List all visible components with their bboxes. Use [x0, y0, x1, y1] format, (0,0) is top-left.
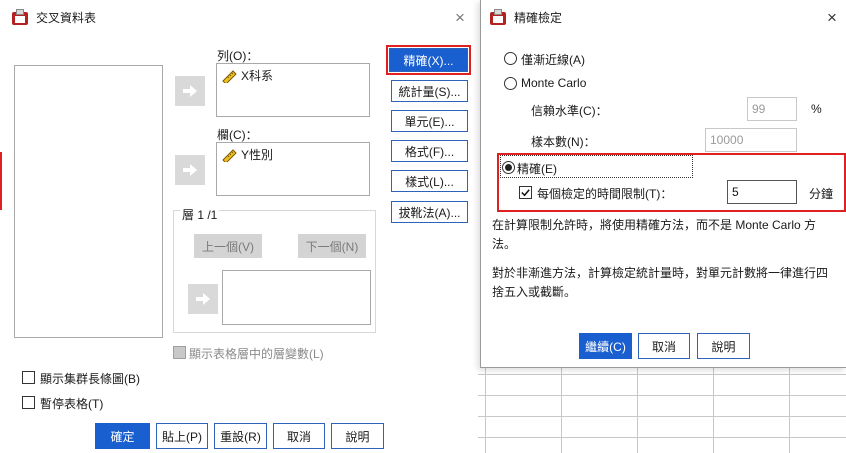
columns-variable: Y性別: [241, 148, 274, 162]
grid-line: [789, 368, 790, 453]
continue-button[interactable]: 繼續(C): [579, 333, 632, 359]
columns-move-button[interactable]: [175, 155, 205, 185]
statistics-button[interactable]: 統計量(S)...: [391, 80, 468, 102]
reset-button[interactable]: 重設(R): [214, 423, 267, 449]
next-layer-button[interactable]: 下一個(N): [298, 234, 366, 258]
layer-vars-label: 顯示表格層中的層變數(L): [189, 347, 324, 361]
rows-list-item[interactable]: X科系: [222, 67, 273, 84]
grid-line: [478, 416, 846, 417]
grid-line: [478, 374, 846, 375]
crosstabs-dialog: 交叉資料表 × 列(O)： X科系 欄(C)： Y性別 層 1 /1 上一個(V…: [0, 0, 478, 453]
ruler-icon: [222, 69, 237, 83]
spss-app-icon: [12, 9, 28, 25]
info-text-1: 在計算限制允許時，將使用精確方法，而不是 Monte Carlo 方法。: [492, 218, 817, 251]
suppress-tables-checkbox[interactable]: [22, 396, 35, 409]
grid-line: [478, 395, 846, 396]
columns-list[interactable]: Y性別: [216, 142, 370, 196]
crosstabs-title-bar: 交叉資料表: [12, 0, 96, 34]
confidence-input[interactable]: 99: [747, 97, 797, 121]
asymptotic-label: 僅漸近線(A): [521, 53, 585, 67]
info-text-2: 對於非漸進方法，計算檢定統計量時，對單元計數將一律進行四捨五入或截斷。: [492, 266, 829, 299]
grid-line: [485, 368, 486, 453]
rows-variable: X科系: [241, 69, 274, 83]
columns-label: 欄(C)：: [217, 128, 258, 142]
style-button[interactable]: 樣式(L)...: [391, 170, 468, 192]
arrow-right-icon: [196, 293, 210, 305]
grid-line: [713, 368, 714, 453]
suppress-tables-label: 暫停表格(T): [40, 397, 104, 411]
exact-cancel-button[interactable]: 取消: [638, 333, 690, 359]
layer-label: 層 1 /1: [180, 206, 220, 223]
ruler-icon: [222, 148, 237, 162]
confidence-label: 信賴水準(C)：: [531, 104, 608, 118]
exact-tests-dialog: 精確檢定 × 僅漸近線(A) Monte Carlo 信賴水準(C)： 99 %…: [480, 0, 846, 368]
rows-list[interactable]: X科系: [216, 63, 370, 117]
help-button[interactable]: 說明: [331, 423, 384, 449]
cancel-button[interactable]: 取消: [273, 423, 325, 449]
data-grid-background: [478, 368, 846, 453]
layer-group: 層 1 /1 上一個(V) 下一個(N): [173, 206, 376, 333]
clustered-bar-label: 顯示集群長條圖(B): [40, 372, 140, 386]
rows-move-button[interactable]: [175, 76, 205, 106]
samples-label: 樣本數(N)：: [531, 135, 596, 149]
rows-label: 列(O)：: [217, 49, 259, 63]
layer-move-button[interactable]: [188, 284, 218, 314]
variable-source-list[interactable]: [14, 65, 163, 338]
asymptotic-radio[interactable]: [504, 52, 517, 65]
exact-title: 精確檢定: [514, 10, 563, 25]
columns-list-item[interactable]: Y性別: [222, 146, 273, 163]
layer-vars-checkbox[interactable]: [173, 346, 186, 359]
prev-layer-button[interactable]: 上一個(V): [194, 234, 262, 258]
ok-button[interactable]: 確定: [95, 423, 150, 449]
format-button[interactable]: 格式(F)...: [391, 140, 468, 162]
exact-close-icon[interactable]: ×: [827, 8, 837, 28]
cells-button[interactable]: 單元(E)...: [391, 110, 468, 132]
bootstrap-button[interactable]: 拔靴法(A)...: [391, 201, 468, 223]
paste-button[interactable]: 貼上(P): [156, 423, 208, 449]
crosstabs-close-icon[interactable]: ×: [455, 8, 465, 28]
exact-help-button[interactable]: 說明: [697, 333, 750, 359]
left-edge-marker: [0, 152, 2, 210]
arrow-right-icon: [183, 85, 197, 97]
spss-app-icon: [490, 9, 506, 25]
montecarlo-label: Monte Carlo: [521, 76, 587, 90]
montecarlo-radio[interactable]: [504, 77, 517, 90]
grid-line: [637, 368, 638, 453]
exact-title-bar: 精確檢定: [490, 0, 562, 34]
exact-options-highlight: [497, 153, 846, 212]
arrow-right-icon: [183, 164, 197, 176]
grid-line: [478, 437, 846, 438]
layer-list[interactable]: [222, 270, 371, 325]
grid-line: [561, 368, 562, 453]
confidence-unit: %: [811, 102, 822, 116]
crosstabs-title: 交叉資料表: [36, 10, 97, 25]
exact-button-highlight: [386, 45, 471, 75]
clustered-bar-checkbox[interactable]: [22, 371, 35, 384]
samples-input[interactable]: 10000: [705, 128, 797, 152]
